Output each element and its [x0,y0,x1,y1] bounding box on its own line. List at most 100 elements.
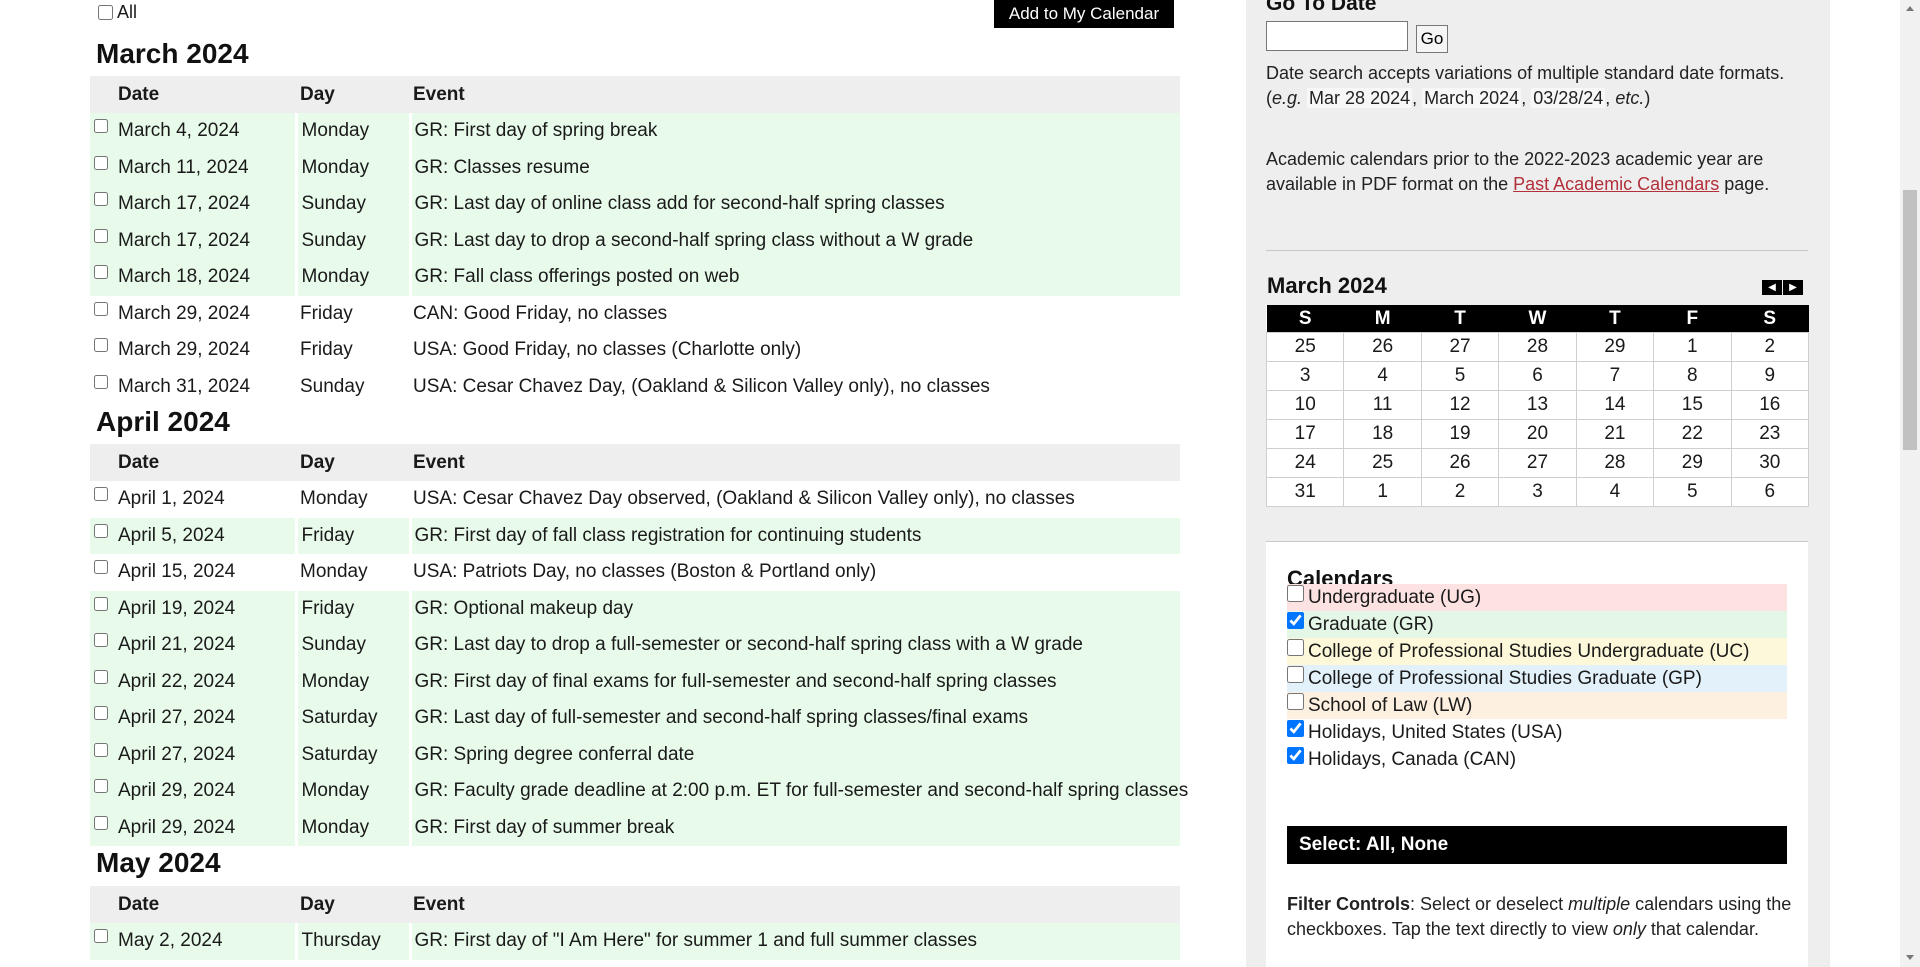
mini-calendar-day[interactable]: 23 [1730,419,1810,449]
mini-calendar-day[interactable]: 26 [1343,332,1422,362]
calendar-filter-checkbox[interactable] [1287,693,1304,710]
past-academic-calendars-link[interactable]: Past Academic Calendars [1513,174,1719,194]
scroll-down-icon[interactable] [1906,955,1914,960]
event-checkbox[interactable] [94,815,108,830]
select-all-checkbox[interactable] [98,5,113,20]
mini-calendar-day[interactable]: 6 [1498,361,1577,391]
page-scrollbar[interactable] [1900,0,1920,967]
event-checkbox[interactable] [94,265,108,279]
calendar-filter-item[interactable]: Undergraduate (UG) [1287,584,1787,611]
event-checkbox[interactable] [94,338,108,352]
mini-calendar-day[interactable]: 19 [1420,419,1500,449]
calendar-filter-checkbox[interactable] [1287,720,1304,737]
select-all-control[interactable]: All [98,2,137,23]
mini-calendar-day[interactable]: 25 [1343,448,1422,478]
mini-calendar-day[interactable]: 31 [1265,477,1345,507]
events-table: Date Day Event March 4, 2024 Monday GR: First… [90,76,1180,405]
scroll-up-icon[interactable] [1906,6,1914,11]
event-checkbox[interactable] [94,560,108,574]
event-checkbox[interactable] [94,742,108,757]
calendar-filter-item[interactable]: Holidays, Canada (CAN) [1287,746,1787,773]
go-to-date-title: Go To Date [1266,0,1377,15]
scroll-thumb[interactable] [1903,190,1917,450]
mini-calendar-day[interactable]: 9 [1730,361,1810,391]
event-checkbox[interactable] [94,487,108,501]
event-checkbox[interactable] [94,669,108,684]
mini-calendar-day[interactable]: 26 [1420,448,1500,478]
mini-calendar-day[interactable]: 8 [1653,361,1732,391]
mini-calendar-day[interactable]: 27 [1420,332,1500,362]
mini-calendar-day[interactable]: 16 [1730,390,1810,420]
calendar-filter-checkbox[interactable] [1287,585,1304,602]
mini-calendar-day[interactable]: 25 [1265,332,1345,362]
mini-calendar-day[interactable]: 21 [1575,419,1655,449]
go-button[interactable]: Go [1416,25,1448,53]
select-all-none-bar[interactable]: Select: All, None [1287,826,1787,864]
calendar-filter-label[interactable]: Holidays, United States (USA) [1308,722,1563,744]
event-checkbox[interactable] [94,633,108,647]
add-to-my-calendar-button[interactable]: Add to My Calendar [994,0,1174,28]
calendar-filter-checkbox[interactable] [1287,639,1304,656]
calendar-filter-label[interactable]: School of Law (LW) [1308,695,1472,717]
event-day: Saturday [294,736,410,773]
mini-calendar-day[interactable]: 3 [1265,361,1345,391]
mini-calendar-day[interactable]: 2 [1420,477,1500,507]
mini-calendar-day[interactable]: 27 [1498,448,1577,478]
go-to-date-input[interactable] [1266,21,1408,51]
mini-calendar-day[interactable]: 7 [1575,361,1655,391]
event-checkbox[interactable] [94,155,108,170]
mini-calendar-day[interactable]: 1 [1653,332,1732,362]
event-checkbox[interactable] [94,929,108,943]
event-checkbox[interactable] [94,779,108,793]
mini-calendar-day[interactable]: 5 [1653,477,1732,507]
mini-calendar-day[interactable]: 17 [1265,419,1345,449]
event-checkbox[interactable] [94,119,108,133]
event-checkbox[interactable] [94,228,108,243]
mini-calendar-day[interactable]: 20 [1498,419,1577,449]
mini-calendar-day[interactable]: 29 [1653,448,1732,478]
mini-calendar-day[interactable]: 2 [1730,332,1810,362]
mini-calendar-day[interactable]: 1 [1343,477,1422,507]
mini-calendar-day[interactable]: 5 [1420,361,1500,391]
calendar-filter-checkbox[interactable] [1287,612,1304,629]
mini-calendar-day[interactable]: 28 [1498,332,1577,362]
calendar-filter-item[interactable]: School of Law (LW) [1287,692,1787,719]
mini-calendar-day[interactable]: 14 [1575,390,1655,420]
event-checkbox[interactable] [94,374,108,389]
calendar-filter-label[interactable]: Graduate (GR) [1308,614,1434,636]
event-description: GR: First day of "I Am Here" for summer … [408,923,1180,960]
event-checkbox[interactable] [94,523,108,538]
event-date: April 29, 2024 [118,780,236,802]
mini-calendar-day[interactable]: 24 [1265,448,1345,478]
event-checkbox[interactable] [94,596,108,611]
prev-month-icon[interactable]: ◀ [1762,280,1782,295]
calendar-filter-checkbox[interactable] [1287,747,1304,764]
mini-calendar-day[interactable]: 13 [1498,390,1577,420]
calendar-filter-item[interactable]: College of Professional Studies Graduate… [1287,665,1787,692]
calendar-filter-item[interactable]: Graduate (GR) [1287,611,1787,638]
calendar-filter-checkbox[interactable] [1287,666,1304,683]
event-checkbox[interactable] [94,301,108,316]
calendar-filter-label[interactable]: College of Professional Studies Undergra… [1308,641,1749,663]
mini-calendar-day[interactable]: 6 [1730,477,1810,507]
mini-calendar-day[interactable]: 22 [1653,419,1732,449]
event-checkbox[interactable] [94,192,108,206]
mini-calendar-day[interactable]: 10 [1265,390,1345,420]
calendar-filter-label[interactable]: Holidays, Canada (CAN) [1308,749,1516,771]
calendar-filter-label[interactable]: College of Professional Studies Graduate… [1308,668,1702,690]
mini-calendar-day[interactable]: 30 [1730,448,1810,478]
mini-calendar-day[interactable]: 4 [1575,477,1655,507]
calendar-filter-item[interactable]: Holidays, United States (USA) [1287,719,1787,746]
calendar-filter-label[interactable]: Undergraduate (UG) [1308,587,1481,609]
event-checkbox[interactable] [94,706,108,720]
mini-calendar-day[interactable]: 4 [1343,361,1422,391]
next-month-icon[interactable]: ▶ [1783,280,1803,295]
mini-calendar-day[interactable]: 12 [1420,390,1500,420]
mini-calendar-day[interactable]: 18 [1343,419,1422,449]
mini-calendar-day[interactable]: 15 [1653,390,1732,420]
mini-calendar-day[interactable]: 29 [1575,332,1655,362]
mini-calendar-day[interactable]: 3 [1498,477,1577,507]
mini-calendar-day[interactable]: 28 [1575,448,1655,478]
calendar-filter-item[interactable]: College of Professional Studies Undergra… [1287,638,1787,665]
mini-calendar-day[interactable]: 11 [1343,390,1422,420]
